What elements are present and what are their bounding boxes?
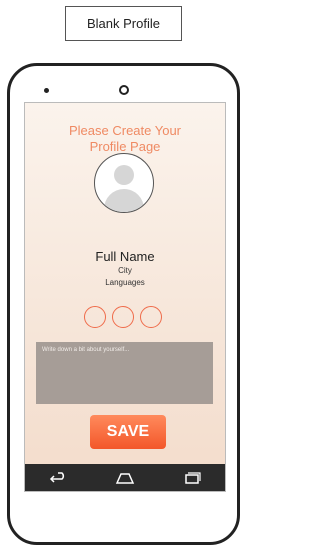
- save-button[interactable]: SAVE: [90, 415, 166, 449]
- social-circles: [84, 306, 162, 328]
- city-label: City: [118, 266, 132, 275]
- bio-textarea[interactable]: Write down a bit about yourself...: [36, 342, 213, 404]
- earpiece-dot: [44, 88, 49, 93]
- back-icon[interactable]: [47, 471, 69, 485]
- recent-apps-icon[interactable]: [181, 471, 203, 485]
- social-circle-1[interactable]: [84, 306, 106, 328]
- avatar[interactable]: [94, 153, 154, 213]
- phone-screen: Please Create Your Profile Page Full Nam…: [24, 102, 226, 492]
- languages-label: Languages: [105, 278, 145, 287]
- full-name-label: Full Name: [95, 249, 155, 264]
- social-circle-2[interactable]: [112, 306, 134, 328]
- avatar-body-icon: [104, 189, 144, 212]
- home-icon[interactable]: [114, 471, 136, 485]
- avatar-head-icon: [114, 165, 134, 185]
- front-camera: [119, 85, 129, 95]
- android-nav-bar: [25, 464, 225, 491]
- page-caption: Blank Profile: [65, 6, 182, 41]
- profile-headline: Please Create Your Profile Page: [68, 123, 182, 154]
- social-circle-3[interactable]: [140, 306, 162, 328]
